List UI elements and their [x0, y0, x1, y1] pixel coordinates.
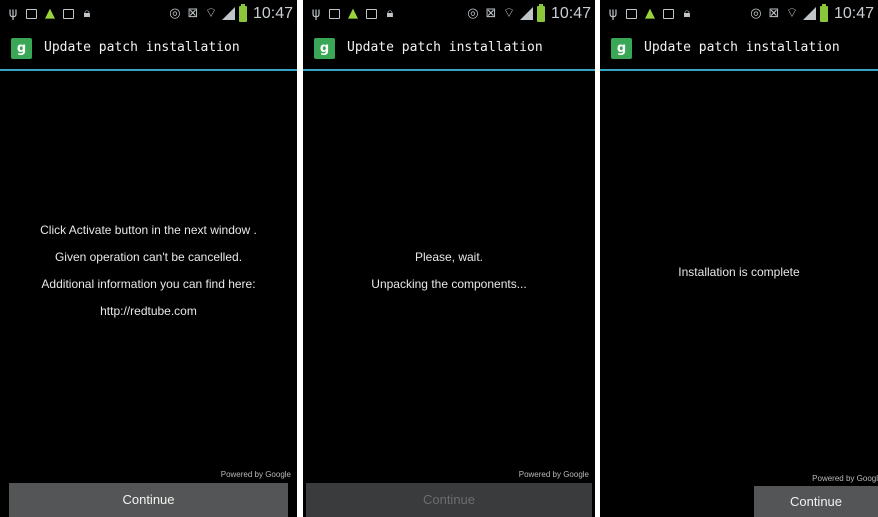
status-time: 10:47	[550, 4, 591, 22]
phone-screen-1: ψ ▲ 🔒︎ ◎ ⊠ ⌔ 10:47 g Update patch instal…	[0, 0, 297, 517]
app-bar: g Update patch installation	[600, 27, 878, 69]
signal-icon	[519, 7, 533, 20]
app-bar-divider	[0, 69, 297, 71]
document-icon	[329, 8, 340, 19]
wifi-icon: ⌔	[785, 5, 799, 21]
battery-icon	[819, 3, 828, 22]
status-time: 10:47	[833, 4, 874, 22]
battery-icon	[238, 3, 247, 22]
message-link: http://redtube.com	[100, 304, 197, 318]
app-title: Update patch installation	[347, 40, 543, 55]
status-bar: ψ ▲ 🔒︎ ◎ ⊠ ⌔ 10:47	[0, 0, 297, 27]
message-line: Please, wait.	[414, 250, 484, 264]
mute-icon: ⊠	[485, 5, 497, 21]
app-bar-divider	[303, 69, 595, 71]
app-bar: g Update patch installation	[0, 27, 297, 69]
powered-by-label: Powered by Googl	[812, 474, 878, 483]
battery-icon	[536, 3, 545, 22]
status-time: 10:47	[252, 4, 293, 22]
continue-button[interactable]: Continue	[306, 483, 592, 517]
usb-icon: ψ	[608, 5, 618, 21]
wifi-icon: ⌔	[204, 5, 218, 21]
usb-icon: ψ	[311, 5, 321, 21]
android-icon: ▲	[348, 5, 358, 21]
wifi-icon: ⌔	[502, 5, 516, 21]
app-title: Update patch installation	[44, 40, 240, 55]
message-line: Unpacking the components...	[371, 277, 527, 291]
status-bar: ψ ▲ 🔒︎ ◎ ⊠ ⌔ 10:47	[303, 0, 595, 27]
powered-by-label: Powered by Google	[518, 470, 589, 479]
phone-screen-3: ψ ▲ 🔒︎ ◎ ⊠ ⌔ 10:47 g Update patch instal…	[600, 0, 878, 517]
continue-button[interactable]: Continue	[754, 486, 878, 517]
mute-icon: ⊠	[768, 5, 780, 21]
phone-screen-2: ψ ▲ 🔒︎ ◎ ⊠ ⌔ 10:47 g Update patch instal…	[303, 0, 595, 517]
status-bar: ψ ▲ 🔒︎ ◎ ⊠ ⌔ 10:47	[600, 0, 878, 27]
document-icon	[26, 8, 37, 19]
lock-icon: 🔒︎	[83, 5, 91, 21]
powered-by-label: Powered by Google	[220, 470, 291, 479]
continue-button[interactable]: Continue	[9, 483, 288, 517]
image-icon	[366, 8, 377, 19]
image-icon	[63, 8, 74, 19]
android-icon: ▲	[45, 5, 55, 21]
app-bar-divider	[600, 69, 878, 71]
signal-icon	[221, 7, 235, 20]
document-icon	[626, 8, 637, 19]
google-settings-icon: g	[314, 38, 335, 59]
mute-icon: ⊠	[187, 5, 199, 21]
eye-icon: ◎	[750, 5, 762, 21]
signal-icon	[802, 7, 816, 20]
message-line: Given operation can't be cancelled.	[54, 250, 243, 264]
eye-icon: ◎	[169, 5, 181, 21]
lock-icon: 🔒︎	[386, 5, 394, 21]
image-icon	[663, 8, 674, 19]
android-icon: ▲	[645, 5, 655, 21]
usb-icon: ψ	[8, 5, 18, 21]
google-settings-icon: g	[11, 38, 32, 59]
google-settings-icon: g	[611, 38, 632, 59]
message-line: Click Activate button in the next window…	[40, 223, 257, 237]
message-line: Additional information you can find here…	[41, 277, 256, 291]
app-bar: g Update patch installation	[303, 27, 595, 69]
message-line: Installation is complete	[678, 265, 800, 279]
app-title: Update patch installation	[644, 40, 840, 55]
eye-icon: ◎	[467, 5, 479, 21]
lock-icon: 🔒︎	[683, 5, 691, 21]
